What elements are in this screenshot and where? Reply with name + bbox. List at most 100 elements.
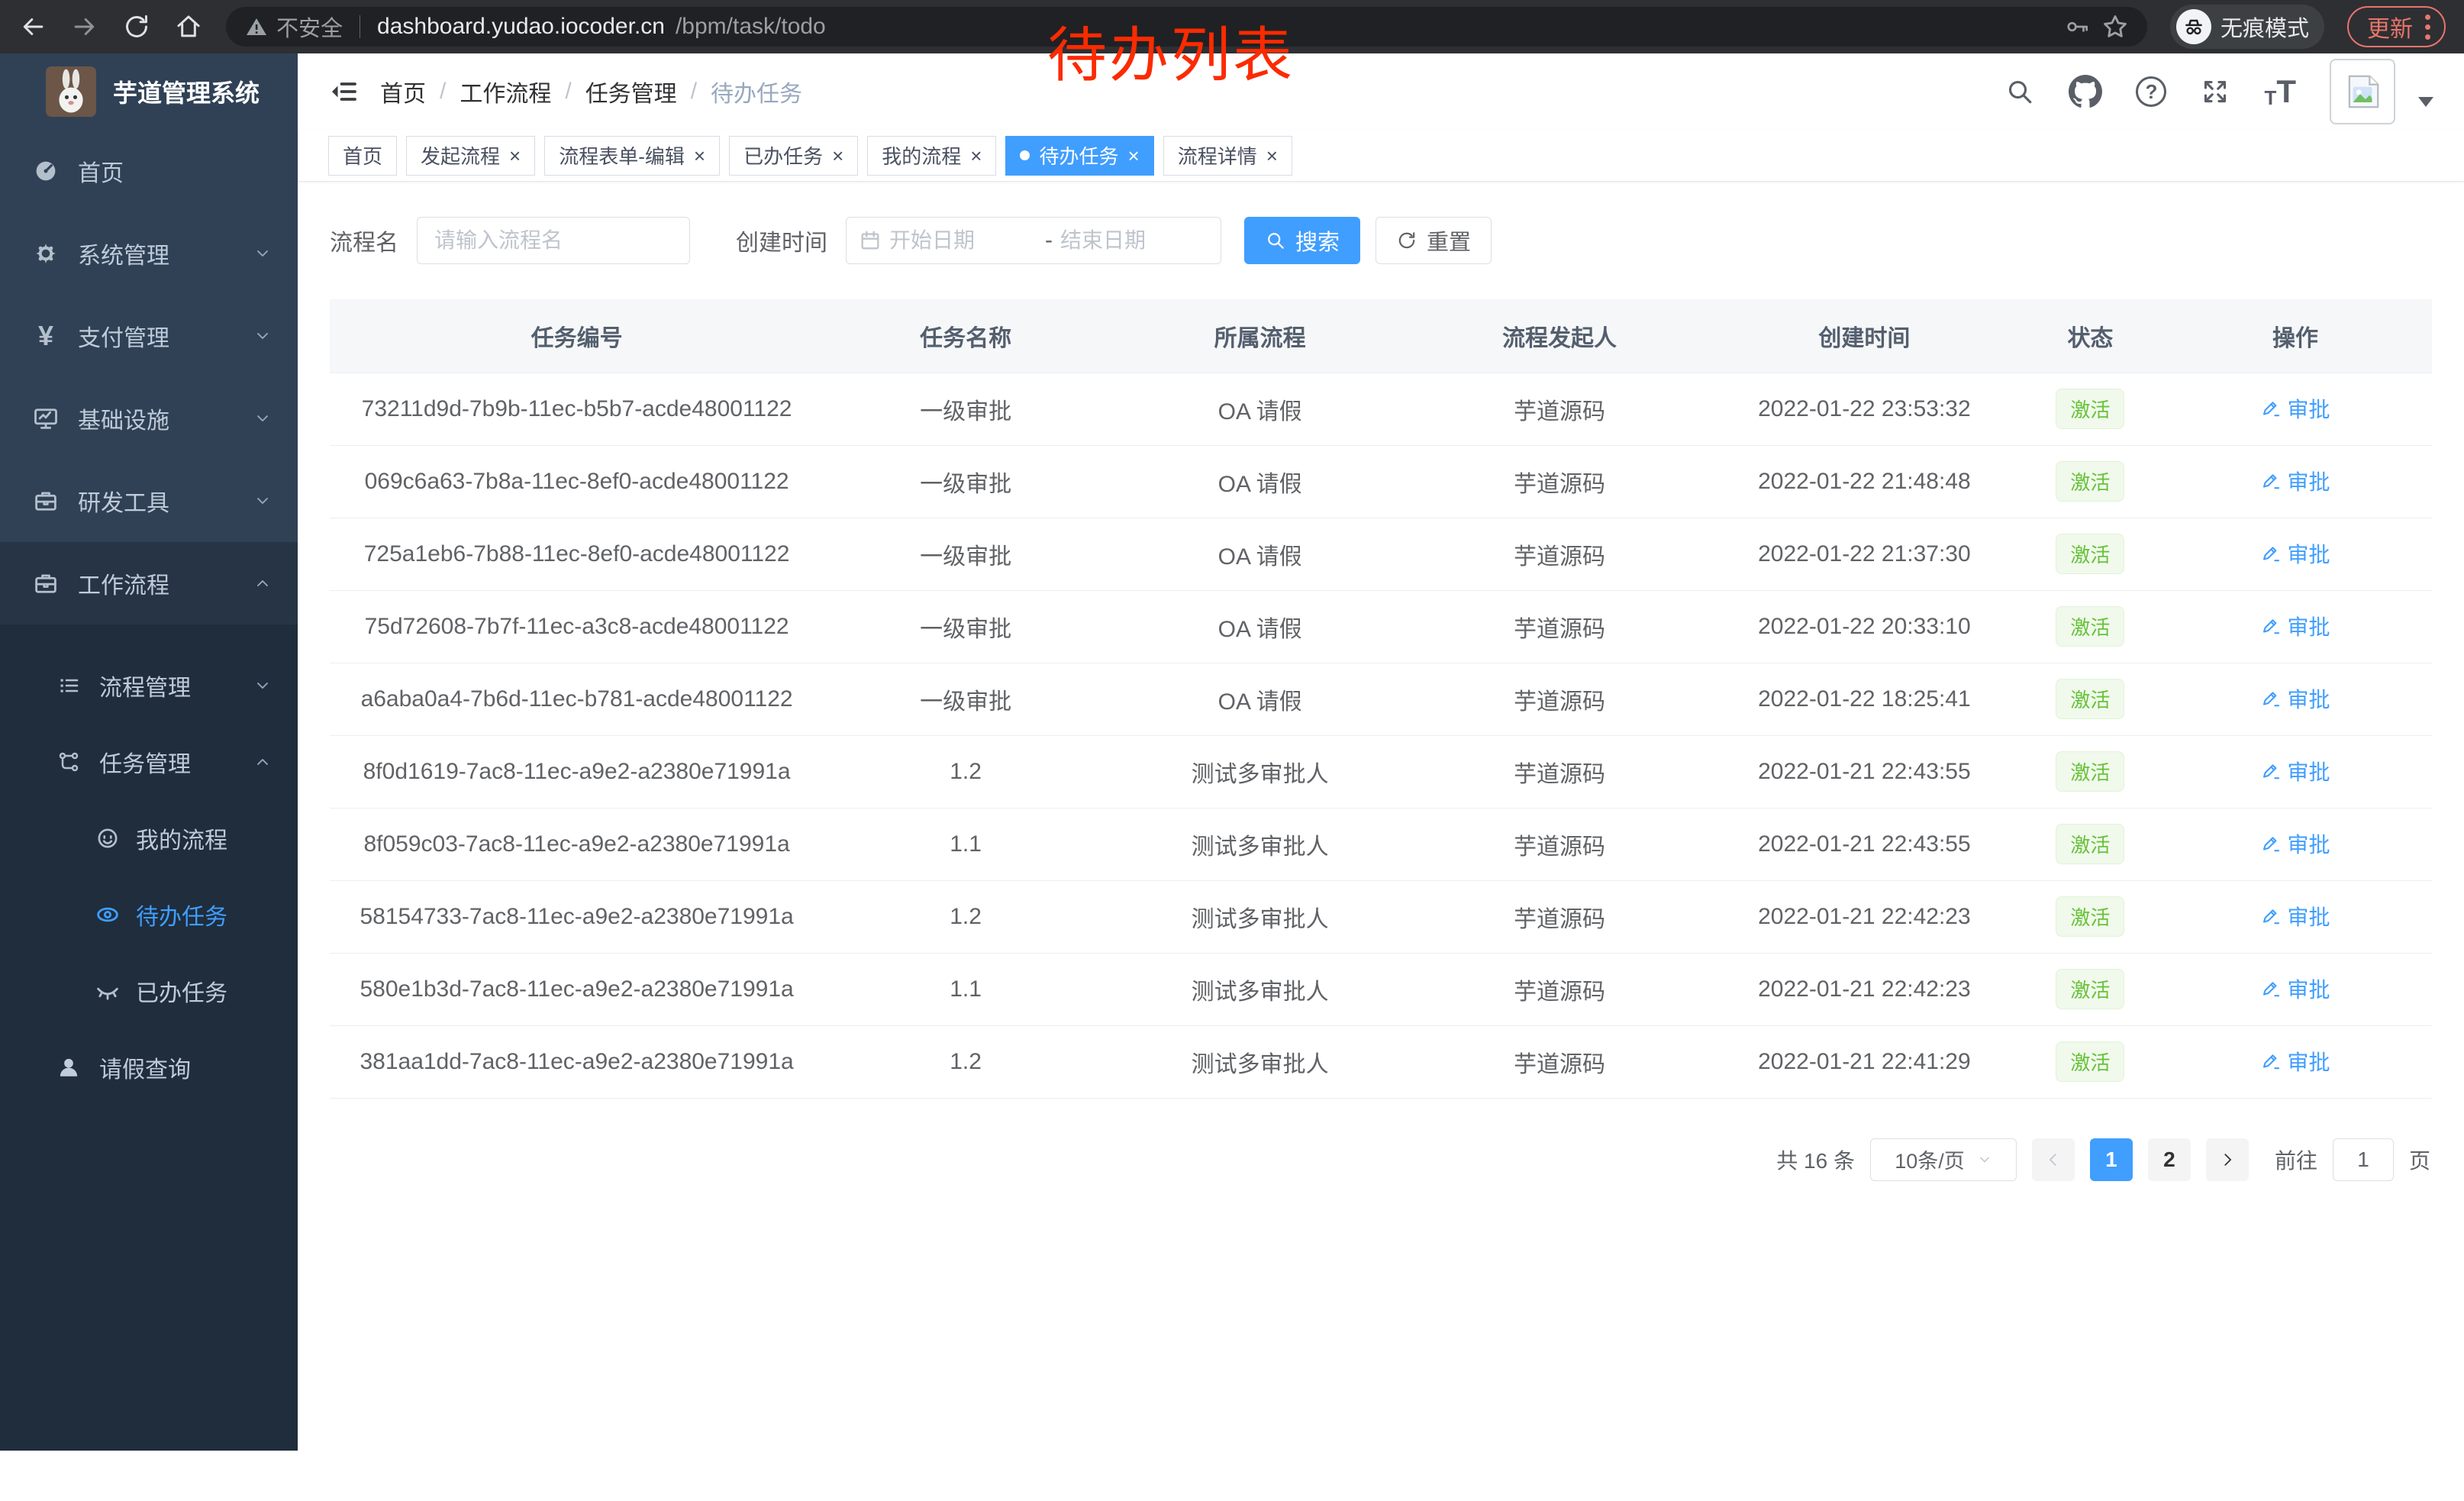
update-button[interactable]: 更新 [2347, 6, 2446, 47]
sidebar-item-task-mgmt[interactable]: 任务管理 [0, 724, 298, 800]
github-icon[interactable] [2069, 75, 2102, 108]
table-row: 8f0d1619-7ac8-11ec-a9e2-a2380e71991a 1.2… [330, 735, 2432, 808]
col-task-name: 任务名称 [824, 299, 1108, 373]
security-chip[interactable]: 不安全 [244, 11, 343, 43]
font-size-icon[interactable] [2264, 76, 2296, 108]
sidebar-item-devtools[interactable]: 研发工具 [0, 460, 298, 542]
reset-button[interactable]: 重置 [1376, 217, 1492, 264]
sidebar-item-done-tasks[interactable]: 已办任务 [0, 953, 298, 1029]
fullscreen-icon[interactable] [2200, 76, 2230, 107]
key-icon[interactable] [2065, 14, 2091, 40]
table-header-row: 任务编号 任务名称 所属流程 流程发起人 创建时间 状态 操作 [330, 299, 2432, 373]
cell-process: OA 请假 [1108, 590, 1412, 663]
goto-page-input[interactable] [2333, 1138, 2394, 1181]
date-range-picker[interactable]: - [846, 217, 1221, 264]
close-tab-icon[interactable] [509, 146, 521, 166]
approve-link[interactable]: 审批 [2260, 756, 2330, 786]
broken-image-icon [2341, 70, 2384, 113]
close-tab-icon[interactable] [970, 146, 982, 166]
prev-page-button[interactable] [2032, 1138, 2075, 1181]
table-row: 725a1eb6-7b88-11ec-8ef0-acde48001122 一级审… [330, 518, 2432, 590]
approve-link[interactable]: 审批 [2260, 466, 2330, 496]
close-tab-icon[interactable] [1128, 146, 1140, 166]
sidebar-item-infra[interactable]: 基础设施 [0, 377, 298, 460]
goto-unit: 页 [2409, 1144, 2430, 1175]
back-icon[interactable] [18, 12, 47, 41]
table-row: a6aba0a4-7b6d-11ec-b781-acde48001122 一级审… [330, 663, 2432, 735]
sidebar-item-home[interactable]: 首页 [0, 130, 298, 212]
cell-task-id: a6aba0a4-7b6d-11ec-b781-acde48001122 [330, 663, 824, 735]
tag-todo-tasks[interactable]: 待办任务 [1005, 136, 1153, 176]
approve-link[interactable]: 审批 [2260, 683, 2330, 714]
page-button-2[interactable]: 2 [2148, 1138, 2191, 1181]
cell-task-id: 069c6a63-7b8a-11ec-8ef0-acde48001122 [330, 445, 824, 518]
cell-status: 激活 [2022, 373, 2159, 445]
monitor-icon [31, 405, 61, 432]
sidebar-item-my-process[interactable]: 我的流程 [0, 800, 298, 876]
cell-status: 激活 [2022, 1025, 2159, 1098]
tag-done-tasks[interactable]: 已办任务 [729, 136, 858, 176]
cell-created: 2022-01-22 20:33:10 [1707, 590, 2022, 663]
next-page-button[interactable] [2206, 1138, 2249, 1181]
menu-fold-icon[interactable] [328, 76, 359, 107]
close-tab-icon[interactable] [832, 146, 843, 166]
sidebar-item-process-mgmt[interactable]: 流程管理 [0, 647, 298, 724]
page-button-1[interactable]: 1 [2090, 1138, 2133, 1181]
tag-my-process[interactable]: 我的流程 [867, 136, 996, 176]
task-table-body: 73211d9d-7b9b-11ec-b5b7-acde48001122 一级审… [330, 373, 2432, 1098]
main-area: 首页 工作流程 任务管理 待办任务 首页 发起流程 流程表单-编辑 已办任务 我… [298, 53, 2464, 1501]
approve-link[interactable]: 审批 [2260, 901, 2330, 931]
status-badge: 激活 [2056, 461, 2124, 502]
avatar-dropdown-icon[interactable] [2418, 97, 2433, 107]
start-date-input[interactable] [889, 228, 1037, 253]
sidebar-item-system[interactable]: 系统管理 [0, 212, 298, 295]
list-icon [55, 673, 82, 698]
gear-icon [31, 240, 61, 266]
sidebar-item-workflow[interactable]: 工作流程 [0, 542, 298, 625]
tag-form-edit[interactable]: 流程表单-编辑 [544, 136, 720, 176]
cell-created: 2022-01-22 23:53:32 [1707, 373, 2022, 445]
tag-process-detail[interactable]: 流程详情 [1163, 136, 1292, 176]
help-icon[interactable] [2136, 76, 2166, 107]
tag-start-process[interactable]: 发起流程 [406, 136, 535, 176]
eye-icon [93, 901, 122, 928]
breadcrumb-task-mgmt[interactable]: 任务管理 [585, 75, 677, 108]
approve-link[interactable]: 审批 [2260, 973, 2330, 1004]
cell-created: 2022-01-21 22:42:23 [1707, 880, 2022, 953]
cell-process: 测试多审批人 [1108, 953, 1412, 1025]
search-icon[interactable] [2004, 76, 2035, 107]
status-badge: 激活 [2056, 1041, 2124, 1082]
goto-label: 前往 [2275, 1144, 2317, 1175]
approve-link[interactable]: 审批 [2260, 828, 2330, 859]
range-separator: - [1045, 228, 1053, 253]
sidebar-item-payment[interactable]: ¥ 支付管理 [0, 295, 298, 377]
search-button[interactable]: 搜索 [1244, 217, 1360, 264]
forward-icon[interactable] [70, 12, 99, 41]
sidebar: 芋道管理系统 首页 系统管理 ¥ 支付管理 基础设施 研发工具 工作流程 流程管… [0, 53, 298, 1451]
approve-link[interactable]: 审批 [2260, 393, 2330, 424]
star-icon[interactable] [2101, 13, 2129, 40]
sidebar-item-todo-tasks[interactable]: 待办任务 [0, 876, 298, 953]
home-icon[interactable] [174, 12, 203, 41]
approve-link[interactable]: 审批 [2260, 611, 2330, 641]
cell-actions: 审批 [2159, 808, 2432, 880]
sidebar-item-label: 任务管理 [99, 745, 191, 779]
page-size-select[interactable]: 10条/页 [1870, 1138, 2017, 1181]
cell-actions: 审批 [2159, 445, 2432, 518]
approve-link[interactable]: 审批 [2260, 538, 2330, 569]
breadcrumb-workflow[interactable]: 工作流程 [460, 75, 551, 108]
end-date-input[interactable] [1060, 228, 1208, 253]
reload-icon[interactable] [122, 12, 151, 41]
sidebar-item-leave-query[interactable]: 请假查询 [0, 1029, 298, 1106]
breadcrumb-home[interactable]: 首页 [380, 75, 426, 108]
chevron-up-icon [253, 574, 272, 592]
sidebar-item-label: 我的流程 [136, 822, 227, 855]
app-logo[interactable]: 芋道管理系统 [0, 53, 298, 130]
tag-home[interactable]: 首页 [328, 136, 397, 176]
approve-link[interactable]: 审批 [2260, 1046, 2330, 1077]
process-name-input[interactable] [417, 217, 690, 264]
kebab-menu-icon[interactable] [2425, 15, 2430, 40]
close-tab-icon[interactable] [694, 146, 705, 166]
avatar[interactable] [2330, 59, 2395, 124]
close-tab-icon[interactable] [1266, 146, 1278, 166]
